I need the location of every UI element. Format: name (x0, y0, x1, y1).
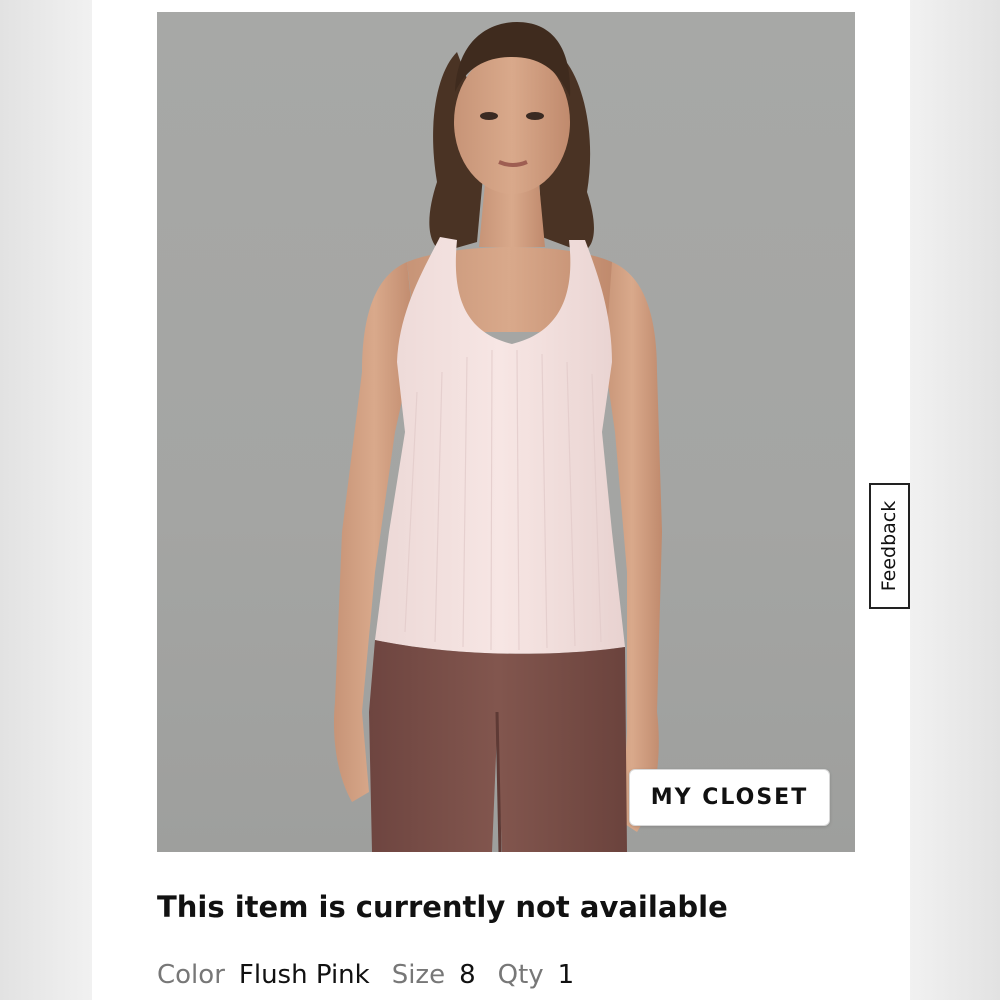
availability-status: This item is currently not available (157, 890, 728, 924)
product-photo[interactable]: MY CLOSET (157, 12, 855, 852)
color-value: Flush Pink (238, 960, 370, 990)
size-value: 8 (459, 960, 476, 990)
feedback-tab[interactable]: Feedback (869, 483, 910, 609)
product-details: Color Flush Pink Size 8 Qty 1 (157, 955, 857, 995)
left-gutter (0, 0, 92, 1000)
head (454, 50, 570, 194)
right-gutter (910, 0, 1000, 1000)
qty-value: 1 (557, 960, 575, 990)
color-label: Color (157, 960, 225, 990)
size-label: Size (391, 960, 446, 990)
my-closet-button[interactable]: MY CLOSET (629, 769, 830, 826)
feedback-label: Feedback (878, 500, 901, 592)
model-illustration (333, 22, 662, 852)
qty-label: Qty (497, 960, 544, 990)
